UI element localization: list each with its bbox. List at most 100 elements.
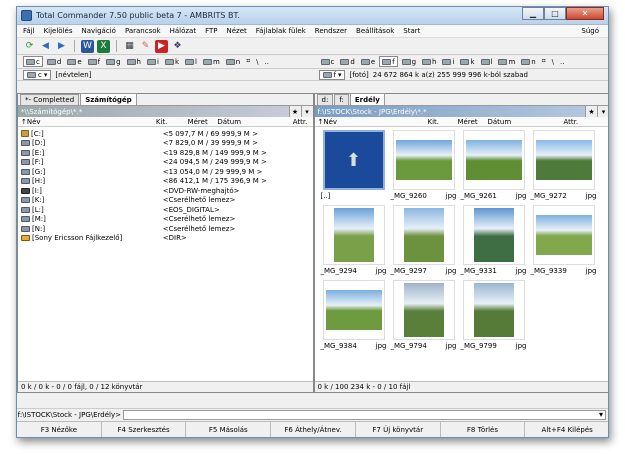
col-ext[interactable]: Kit. bbox=[428, 118, 458, 126]
menu-item[interactable]: Start bbox=[403, 27, 420, 35]
col-name[interactable]: ↑Név bbox=[21, 118, 156, 126]
calculator-icon[interactable]: ▦ bbox=[123, 40, 136, 53]
network-icon[interactable]: ⌗ bbox=[244, 56, 252, 67]
file-row[interactable]: [Sony Ericsson Fájlkezelő] <DIR> bbox=[18, 234, 313, 244]
history-button[interactable]: ▾ bbox=[300, 106, 313, 117]
menu-item[interactable]: Nézet bbox=[226, 27, 246, 35]
drive-button-e[interactable]: e bbox=[359, 56, 377, 67]
file-row[interactable]: [N:] <Cserélhető lemez> bbox=[18, 224, 313, 234]
fkey-button[interactable]: F7 Új könyvtár bbox=[356, 422, 441, 437]
title-bar[interactable]: Total Commander 7.50 public beta 7 - AMB… bbox=[17, 7, 608, 25]
drive-button-i[interactable]: i bbox=[145, 56, 161, 67]
col-ext[interactable]: Kit. bbox=[156, 118, 188, 126]
file-row[interactable]: [C:] <5 097,7 M / 69 999,9 M > bbox=[18, 129, 313, 139]
drive-button-n[interactable]: n bbox=[519, 56, 537, 67]
history-button[interactable]: ▾ bbox=[597, 106, 608, 117]
file-row[interactable]: [I:] <DVD-RW-meghajtó> bbox=[18, 186, 313, 196]
excel-icon[interactable]: X bbox=[97, 39, 110, 53]
thumbnail[interactable]: _MG_9331 jpg bbox=[460, 205, 528, 278]
menu-item[interactable]: Fájlablak fülek bbox=[256, 27, 306, 35]
col-date[interactable]: Dátum bbox=[488, 118, 564, 126]
drive-button-n[interactable]: n bbox=[224, 56, 242, 67]
col-date[interactable]: Dátum bbox=[217, 118, 292, 126]
menu-item[interactable]: Kijelölés bbox=[44, 27, 73, 35]
drive-button-h[interactable]: h bbox=[125, 56, 143, 67]
drive-button-d[interactable]: d bbox=[45, 56, 63, 67]
col-name[interactable]: ↑Név bbox=[318, 118, 428, 126]
drive-button-m[interactable]: m bbox=[201, 56, 222, 67]
fkey-button[interactable]: F3 Nézőke bbox=[17, 422, 102, 437]
left-path-bar[interactable]: *\\Számítógép\*.* ★ ▾ bbox=[18, 106, 313, 117]
tab-left[interactable]: Számítógép bbox=[80, 93, 137, 105]
file-row[interactable]: [K:] <Cserélhető lemez> bbox=[18, 196, 313, 206]
maximize-button[interactable]: □ bbox=[544, 7, 566, 20]
thumbnail[interactable]: _MG_9339 jpg bbox=[530, 205, 598, 278]
drive-button-c[interactable]: c bbox=[23, 56, 43, 67]
menu-item-help[interactable]: Súgó bbox=[581, 27, 599, 35]
left-file-list[interactable]: [C:] <5 097,7 M / 69 999,9 M > [D:] <7 829,… bbox=[18, 127, 313, 381]
menu-item[interactable]: Navigáció bbox=[82, 27, 116, 35]
menu-item[interactable]: Hálózat bbox=[170, 27, 197, 35]
video-icon[interactable]: ▶ bbox=[155, 39, 168, 53]
thumbnail[interactable]: ⬆ [..] bbox=[320, 130, 388, 203]
drive-button-c[interactable]: c bbox=[319, 56, 337, 67]
thumbnail[interactable]: _MG_9272 jpg bbox=[530, 130, 598, 203]
drive-button-m[interactable]: m bbox=[496, 56, 517, 67]
refresh-icon[interactable]: ⟳ bbox=[23, 40, 36, 53]
menu-item[interactable]: Parancsok bbox=[125, 27, 161, 35]
tab-right[interactable]: d: bbox=[316, 94, 334, 105]
drive-button-l[interactable]: l bbox=[479, 56, 495, 67]
word-icon[interactable]: W bbox=[81, 39, 94, 53]
minimize-button[interactable]: ▁ bbox=[522, 7, 544, 20]
command-input[interactable] bbox=[123, 409, 606, 420]
file-row[interactable]: [E:] <19 829,8 M / 149 999,9 M > bbox=[18, 148, 313, 158]
thumbnail[interactable]: _MG_9799 jpg bbox=[460, 280, 528, 353]
tree-icon[interactable]: ❖ bbox=[171, 40, 184, 53]
fkey-button[interactable]: F4 Szerkesztés bbox=[102, 422, 187, 437]
drive-button-d[interactable]: d bbox=[338, 56, 356, 67]
col-attr[interactable]: Attr. bbox=[564, 118, 584, 126]
drive-button-h[interactable]: h bbox=[420, 56, 438, 67]
file-row[interactable]: [L:] <EOS_DIGITAL> bbox=[18, 205, 313, 215]
drive-button-l[interactable]: l bbox=[183, 56, 199, 67]
fkey-button[interactable]: F6 Áthely/Átnev. bbox=[271, 422, 356, 437]
left-drive-select[interactable]: c ▾ bbox=[23, 69, 52, 80]
up-icon[interactable]: .. bbox=[558, 56, 566, 67]
file-row[interactable]: [M:] <Cserélhető lemez> bbox=[18, 215, 313, 225]
file-row[interactable]: [F:] <24 094,5 M / 249 999,9 M > bbox=[18, 158, 313, 168]
fkey-button[interactable]: F5 Másolás bbox=[186, 422, 272, 437]
favorites-button[interactable]: ★ bbox=[585, 106, 597, 117]
drive-button-e[interactable]: e bbox=[65, 56, 83, 67]
file-row[interactable]: [G:] <13 054,0 M / 29 999,9 M > bbox=[18, 167, 313, 177]
tab-left[interactable]: *- Completted bbox=[20, 94, 80, 105]
thumbnail[interactable]: _MG_9297 jpg bbox=[390, 205, 458, 278]
drive-button-f[interactable]: f bbox=[379, 56, 398, 67]
favorites-button[interactable]: ★ bbox=[288, 106, 301, 117]
close-button[interactable]: ✕ bbox=[566, 7, 604, 20]
up-icon[interactable]: .. bbox=[263, 56, 271, 67]
col-size[interactable]: Méret bbox=[458, 118, 488, 126]
menu-item[interactable]: FTP bbox=[205, 27, 217, 35]
right-path-bar[interactable]: f:\ISTOCK\Stock - JPG\Erdély\*.* ★ ▾ bbox=[314, 106, 608, 117]
drive-button-g[interactable]: g bbox=[104, 56, 122, 67]
right-drive-select[interactable]: f ▾ bbox=[318, 69, 346, 80]
col-attr[interactable]: Attr. bbox=[293, 118, 313, 126]
tab-right[interactable]: f: bbox=[334, 94, 349, 105]
network-icon[interactable]: ⌗ bbox=[540, 56, 548, 67]
back-icon[interactable]: \ bbox=[254, 56, 260, 67]
drive-button-i[interactable]: i bbox=[440, 56, 456, 67]
menu-item[interactable]: Fájl bbox=[23, 27, 35, 35]
drive-button-f[interactable]: f bbox=[86, 56, 102, 67]
thumbnail[interactable]: _MG_9260 jpg bbox=[390, 130, 458, 203]
tab-right[interactable]: Erdély bbox=[349, 93, 385, 105]
drive-button-k[interactable]: k bbox=[458, 56, 476, 67]
back-icon[interactable]: \ bbox=[550, 56, 556, 67]
thumbnail[interactable]: _MG_9294 jpg bbox=[320, 205, 388, 278]
paint-icon[interactable]: ✎ bbox=[139, 40, 152, 53]
thumbnail[interactable]: _MG_9261 jpg bbox=[460, 130, 528, 203]
file-row[interactable]: [D:] <7 829,0 M / 39 999,9 M > bbox=[18, 139, 313, 149]
col-size[interactable]: Méret bbox=[188, 118, 218, 126]
fkey-button[interactable]: F8 Törlés bbox=[441, 422, 526, 437]
file-row[interactable]: [H:] <86 412,1 M / 175 396,9 M > bbox=[18, 177, 313, 187]
menu-item[interactable]: Rendszer bbox=[315, 27, 347, 35]
